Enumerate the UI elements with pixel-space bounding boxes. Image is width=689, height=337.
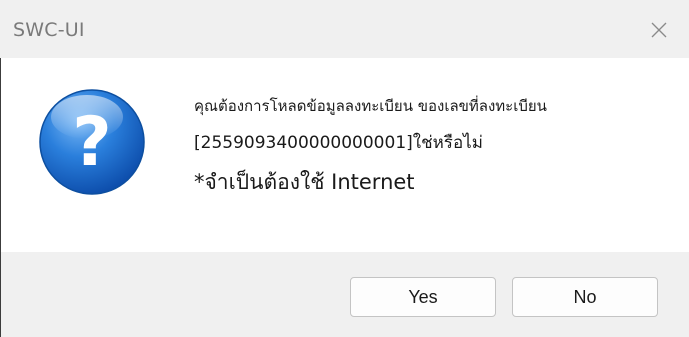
window-title: SWC-UI xyxy=(13,19,85,41)
close-button[interactable] xyxy=(629,0,689,58)
question-icon: ? xyxy=(39,89,145,195)
title-bar: SWC-UI xyxy=(0,0,689,58)
button-bar: Yes No xyxy=(0,252,689,337)
message-dialog: SWC-UI ? คุณต้องการโหลดข้อมูลลงทะเบียน ข… xyxy=(0,0,689,337)
message-line-2: [2559093400000000001]ใช่หรือไม่ xyxy=(194,133,483,153)
no-button[interactable]: No xyxy=(512,277,658,317)
message-line-3: *จำเป็นต้องใช้ Internet xyxy=(194,170,415,194)
svg-text:?: ? xyxy=(72,103,111,182)
yes-button[interactable]: Yes xyxy=(350,277,496,317)
message-line-1: คุณต้องการโหลดข้อมูลลงทะเบียน ของเลขที่ล… xyxy=(194,97,547,115)
dialog-content: ? คุณต้องการโหลดข้อมูลลงทะเบียน ของเลขที… xyxy=(0,58,689,252)
close-icon xyxy=(651,22,667,38)
